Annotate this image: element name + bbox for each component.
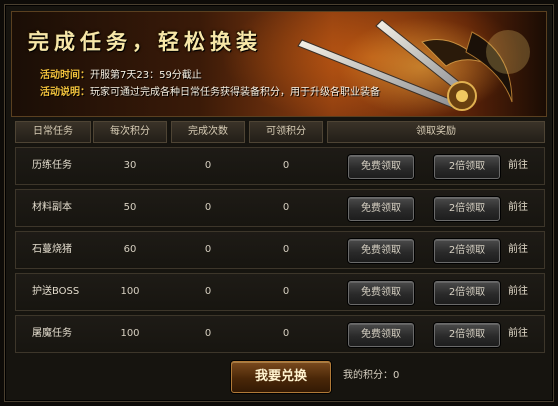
points-each: 30 [123,160,137,171]
task-name: 石蔓烧猪 [32,244,72,255]
points-each: 60 [123,244,137,255]
claimable-points: 0 [282,202,290,213]
event-description: 活动说明：玩家可通过完成各种日常任务获得装备积分，用于升级各职业装备 [40,83,380,98]
free-claim-button[interactable]: 免费领取 [348,281,414,305]
event-time: 活动时间：开服第7天23：59分截止 [40,66,202,81]
task-name: 历练任务 [32,160,72,171]
header-claimable-points: 可领积分 [249,121,323,143]
times-done: 0 [204,160,212,171]
event-description-label: 活动说明： [40,87,90,98]
banner-title: 完成任务，轻松换装 [28,29,262,54]
times-done: 0 [204,328,212,339]
goto-link[interactable]: 前往 [508,148,528,184]
claimable-points: 0 [282,286,290,297]
header-points-each: 每次积分 [93,121,167,143]
header-daily-task: 日常任务 [15,121,91,143]
claimable-points: 0 [282,160,290,171]
table-row: 屠魔任务 100 0 0 免费领取 2倍领取 前往 [15,315,545,353]
exchange-button[interactable]: 我要兑换 [231,361,331,393]
double-claim-button[interactable]: 2倍领取 [434,323,500,347]
goto-link[interactable]: 前往 [508,274,528,310]
double-claim-button[interactable]: 2倍领取 [434,239,500,263]
times-done: 0 [204,286,212,297]
goto-link[interactable]: 前往 [508,232,528,268]
swords-illustration [297,19,530,111]
points-each: 100 [120,286,140,297]
claimable-points: 0 [282,244,290,255]
points-each: 50 [123,202,137,213]
goto-link[interactable]: 前往 [508,190,528,226]
header-claim-reward: 领取奖励 [327,121,545,143]
claimable-points: 0 [282,328,290,339]
event-banner: 完成任务，轻松换装 活动时间：开服第7天23：59分截止 活动说明：玩家可通过完… [11,11,547,117]
points-each: 100 [120,328,140,339]
my-points: 我的积分：0 [343,370,400,381]
double-claim-button[interactable]: 2倍领取 [434,155,500,179]
free-claim-button[interactable]: 免费领取 [348,155,414,179]
free-claim-button[interactable]: 免费领取 [348,197,414,221]
free-claim-button[interactable]: 免费领取 [348,239,414,263]
task-name: 屠魔任务 [32,328,72,339]
header-times-done: 完成次数 [171,121,245,143]
table-row: 石蔓烧猪 60 0 0 免费领取 2倍领取 前往 [15,231,545,269]
task-name: 材料副本 [32,202,72,213]
task-name: 护送BOSS [32,286,80,297]
event-panel: 完成任务，轻松换装 活动时间：开服第7天23：59分截止 活动说明：玩家可通过完… [4,4,554,402]
event-time-value: 开服第7天23：59分截止 [90,70,202,81]
times-done: 0 [204,244,212,255]
free-claim-button[interactable]: 免费领取 [348,323,414,347]
goto-link[interactable]: 前往 [508,316,528,352]
table-row: 护送BOSS 100 0 0 免费领取 2倍领取 前往 [15,273,545,311]
times-done: 0 [204,202,212,213]
event-description-value: 玩家可通过完成各种日常任务获得装备积分，用于升级各职业装备 [90,87,380,98]
event-time-label: 活动时间： [40,70,90,81]
table-row: 材料副本 50 0 0 免费领取 2倍领取 前往 [15,189,545,227]
table-row: 历练任务 30 0 0 免费领取 2倍领取 前往 [15,147,545,185]
table-header: 日常任务 每次积分 完成次数 可领积分 领取奖励 [15,121,545,143]
double-claim-button[interactable]: 2倍领取 [434,197,500,221]
double-claim-button[interactable]: 2倍领取 [434,281,500,305]
